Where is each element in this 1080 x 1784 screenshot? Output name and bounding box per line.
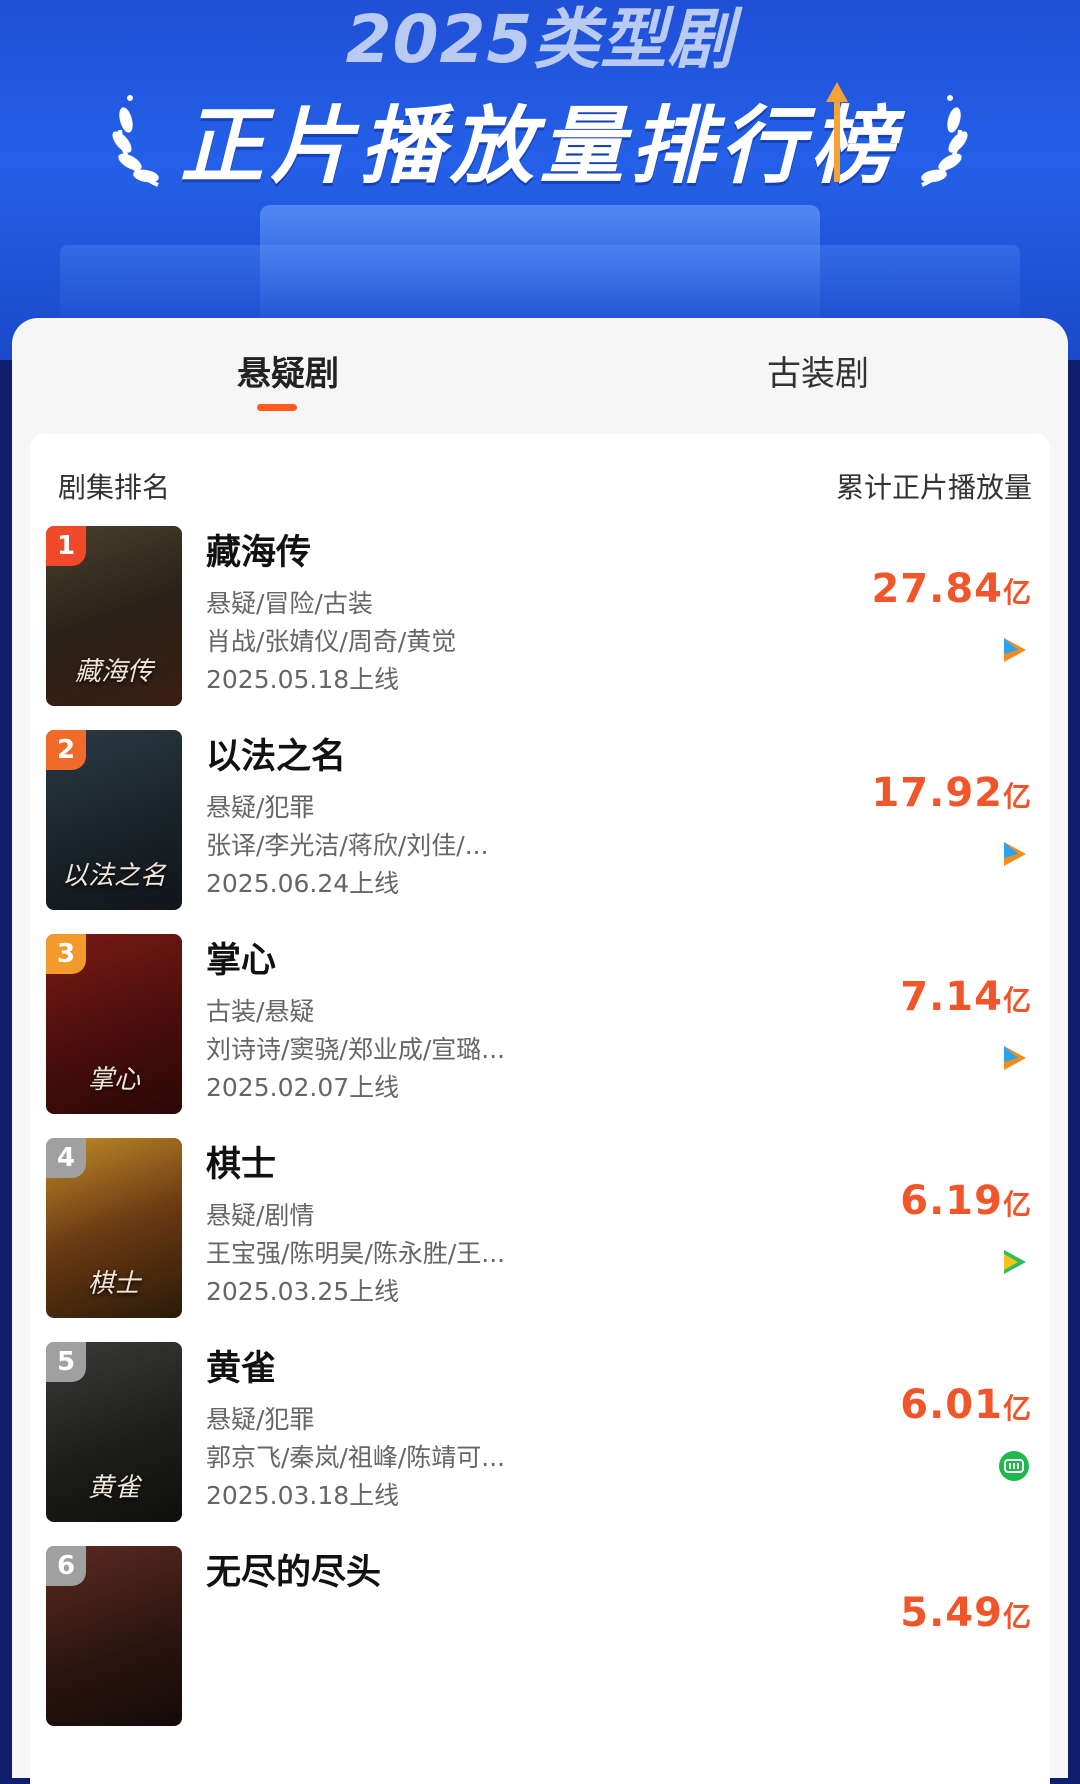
drama-title: 无尽的尽头 (206, 1553, 382, 1593)
drama-title: 黄雀 (206, 1349, 277, 1389)
drama-genres: 悬疑/剧情 (206, 1201, 315, 1230)
tencent-video-icon[interactable] (998, 838, 1030, 870)
play-count: 7.14亿 (900, 974, 1032, 1020)
ranking-card: 悬疑剧 古装剧 剧集排名 累计正片播放量 1 藏海传 藏海传 悬疑/冒险/古装 … (12, 318, 1068, 1784)
drama-cast: 肖战/张婧仪/周奇/黄觉 (206, 627, 457, 656)
ranking-row[interactable]: 5 黄雀 黄雀 悬疑/犯罪 郭京飞/秦岚/祖峰/陈靖可... 2025.03.1… (30, 1342, 1050, 1542)
play-count-unit: 亿 (1002, 1600, 1032, 1633)
tencent-video-alt-icon[interactable] (998, 1246, 1030, 1278)
drama-title: 以法之名 (206, 737, 347, 777)
poster-title-text: 以法之名 (61, 861, 166, 891)
list-header-plays: 累计正片播放量 (835, 471, 1032, 504)
poster-image: 2 以法之名 (46, 730, 182, 910)
drama-release-date: 2025.02.07上线 (206, 1073, 400, 1102)
play-count-unit: 亿 (1002, 1188, 1032, 1221)
drama-release-date: 2025.06.24上线 (206, 869, 400, 898)
drama-cast: 刘诗诗/窦骁/郑业成/宣璐... (206, 1035, 506, 1064)
drama-release-date: 2025.03.25上线 (206, 1277, 400, 1306)
iqiyi-icon[interactable] (998, 1450, 1030, 1482)
drama-genres: 悬疑/犯罪 (206, 793, 315, 822)
poster-image: 3 掌心 (46, 934, 182, 1114)
drama-cast: 郭京飞/秦岚/祖峰/陈靖可... (206, 1443, 506, 1472)
poster-title-text: 藏海传 (74, 657, 153, 687)
active-tab-indicator (257, 404, 297, 411)
play-count: 27.84亿 (871, 566, 1032, 612)
play-count: 17.92亿 (871, 770, 1032, 816)
rank-badge: 3 (46, 934, 86, 974)
poster-image: 5 黄雀 (46, 1342, 182, 1522)
drama-title: 棋士 (206, 1145, 277, 1185)
ranking-list: 剧集排名 累计正片播放量 1 藏海传 藏海传 悬疑/冒险/古装 肖战/张婧仪/周… (30, 434, 1050, 1784)
drama-release-date: 2025.05.18上线 (206, 665, 400, 694)
tab-costume[interactable]: 古装剧 (668, 346, 968, 395)
play-count-value: 6.01 (900, 1382, 1003, 1428)
laurel-right-icon (921, 95, 968, 187)
poster-image: 4 棋士 (46, 1138, 182, 1318)
play-count-unit: 亿 (1002, 576, 1032, 609)
drama-genres: 悬疑/冒险/古装 (206, 589, 373, 618)
hero-banner: 2025类型剧 正片播放量排行榜 (0, 0, 1080, 360)
play-count-value: 27.84 (871, 566, 1003, 612)
rank-badge: 5 (46, 1342, 86, 1382)
ranking-arrow-icon (826, 82, 848, 182)
ranking-row[interactable]: 6 无尽的尽头 5.49亿 (30, 1546, 1050, 1746)
drama-title: 藏海传 (206, 533, 312, 573)
rank-badge: 4 (46, 1138, 86, 1178)
hero-year-title: 2025类型剧 (345, 1, 735, 78)
tencent-video-icon[interactable] (998, 1042, 1030, 1074)
play-count-value: 7.14 (900, 974, 1003, 1020)
poster-image: 1 藏海传 (46, 526, 182, 706)
drama-cast: 王宝强/陈明昊/陈永胜/王... (206, 1239, 506, 1268)
list-header-rank: 剧集排名 (58, 471, 171, 504)
poster-image: 6 (46, 1546, 182, 1726)
play-count-value: 6.19 (900, 1178, 1003, 1224)
tencent-video-icon[interactable] (998, 634, 1030, 666)
drama-title: 掌心 (206, 941, 277, 981)
tab-suspense[interactable]: 悬疑剧 (138, 346, 438, 395)
category-tabs: 悬疑剧 古装剧 (12, 318, 1068, 428)
play-count-value: 5.49 (900, 1590, 1003, 1636)
drama-genres: 悬疑/犯罪 (206, 1405, 315, 1434)
ranking-row[interactable]: 3 掌心 掌心 古装/悬疑 刘诗诗/窦骁/郑业成/宣璐... 2025.02.0… (30, 934, 1050, 1134)
rank-badge: 2 (46, 730, 86, 770)
poster-title-text: 黄雀 (87, 1473, 140, 1503)
play-count-value: 17.92 (871, 770, 1003, 816)
play-count: 6.19亿 (900, 1178, 1032, 1224)
ranking-row[interactable]: 2 以法之名 以法之名 悬疑/犯罪 张译/李光洁/蒋欣/刘佳/... 2025.… (30, 730, 1050, 930)
play-count-unit: 亿 (1002, 1392, 1032, 1425)
poster-title-text: 棋士 (87, 1269, 140, 1299)
play-count: 5.49亿 (900, 1590, 1032, 1636)
rank-badge: 6 (46, 1546, 86, 1586)
ranking-row[interactable]: 1 藏海传 藏海传 悬疑/冒险/古装 肖战/张婧仪/周奇/黄觉 2025.05.… (30, 526, 1050, 726)
poster-title-text: 掌心 (87, 1065, 140, 1095)
play-count: 6.01亿 (900, 1382, 1032, 1428)
play-count-unit: 亿 (1002, 780, 1032, 813)
drama-genres: 古装/悬疑 (206, 997, 315, 1026)
drama-release-date: 2025.03.18上线 (206, 1481, 400, 1510)
ranking-row[interactable]: 4 棋士 棋士 悬疑/剧情 王宝强/陈明昊/陈永胜/王... 2025.03.2… (30, 1138, 1050, 1338)
hero-podium (260, 205, 820, 325)
rank-badge: 1 (46, 526, 86, 566)
drama-cast: 张译/李光洁/蒋欣/刘佳/... (206, 831, 489, 860)
play-count-unit: 亿 (1002, 984, 1032, 1017)
